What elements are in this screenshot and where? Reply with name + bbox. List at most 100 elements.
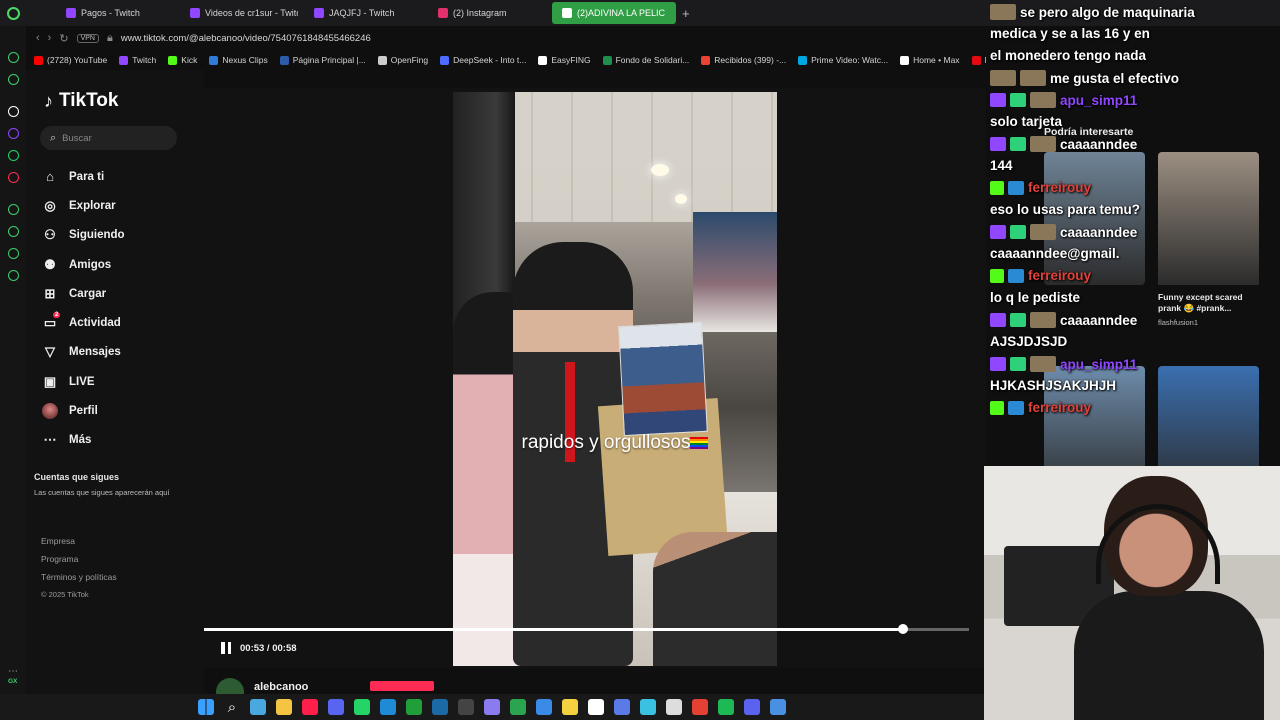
browser-tab[interactable]: (2)ADIVINA LA PELIC bbox=[552, 2, 676, 24]
chat-username[interactable]: ferreirouy bbox=[1028, 180, 1091, 195]
bookmark-item[interactable]: Home • Max bbox=[900, 55, 960, 65]
chat-message: HJKASHJSAKJHJH bbox=[990, 378, 1116, 393]
search-icon[interactable]: ⌕ bbox=[224, 699, 240, 716]
bookmark-favicon-icon bbox=[34, 55, 43, 65]
bookmark-item[interactable]: EasyFING bbox=[538, 55, 591, 65]
nav-item-amigos[interactable]: ⚉ Amigos bbox=[42, 250, 202, 279]
settings-icon[interactable] bbox=[8, 270, 19, 281]
nav-item-actividad[interactable]: ▭ 2 Actividad bbox=[42, 308, 202, 337]
chat-username[interactable]: caaaanndee bbox=[1060, 137, 1137, 152]
pen-icon[interactable] bbox=[666, 699, 682, 715]
epic-games-icon[interactable] bbox=[458, 699, 474, 715]
nav-item-siguiendo[interactable]: ⚇ Siguiendo bbox=[42, 221, 202, 250]
extra-app-icon[interactable] bbox=[770, 699, 786, 715]
url-field[interactable]: www.tiktok.com/@alebcanoo/video/75407618… bbox=[121, 33, 371, 44]
bookmark-item[interactable]: Kick bbox=[168, 55, 197, 65]
sidebar-icon[interactable] bbox=[8, 106, 19, 117]
footer-link-programa[interactable]: Programa bbox=[41, 550, 117, 568]
footer-links: Empresa Programa Términos y políticas © … bbox=[41, 532, 117, 604]
file-explorer-icon[interactable] bbox=[276, 699, 292, 715]
tiktok-nav: ⌂ Para ti ◎ Explorar ⚇ Siguiendo ⚉ Amigos ⊞ Carga… bbox=[42, 162, 202, 455]
chat-message: apu_simp11 bbox=[990, 356, 1137, 372]
capcut-icon[interactable] bbox=[588, 699, 604, 715]
reload-icon[interactable]: ↻ bbox=[59, 32, 68, 45]
browser-tab[interactable]: Videos de cr1sur - Twitch bbox=[180, 2, 298, 24]
chat-username[interactable]: ferreirouy bbox=[1028, 268, 1091, 283]
chat-username[interactable]: caaaanndee bbox=[1060, 225, 1137, 240]
nav-item-explorar[interactable]: ◎ Explorar bbox=[42, 191, 202, 220]
bookmark-item[interactable]: (2728) YouTube bbox=[34, 55, 107, 65]
twitch-sidebar-icon[interactable] bbox=[8, 128, 19, 139]
windows-start-icon[interactable] bbox=[198, 699, 214, 715]
video-caption-text: rapidos y orgullosos bbox=[521, 432, 691, 453]
more-icon[interactable]: ⋯ bbox=[8, 666, 18, 677]
bookmark-item[interactable]: Prime Video: Watc... bbox=[798, 55, 888, 65]
footer-link-empresa[interactable]: Empresa bbox=[41, 532, 117, 550]
bookmark-item[interactable]: Nexus Clips bbox=[209, 55, 268, 65]
tab-favicon-icon bbox=[66, 8, 76, 18]
forward-icon[interactable]: › bbox=[48, 32, 52, 44]
follow-button[interactable] bbox=[370, 681, 434, 691]
pause-button[interactable] bbox=[219, 642, 233, 656]
whatsapp-sidebar-icon[interactable] bbox=[8, 150, 19, 161]
tiktok-logo[interactable]: ♪ TikTok bbox=[44, 90, 118, 112]
video-player[interactable]: rapidos y orgullosos bbox=[453, 92, 777, 666]
discord-icon[interactable] bbox=[328, 699, 344, 715]
bookmark-item[interactable]: DeepSeek - Into t... bbox=[440, 55, 526, 65]
opera-gx-logo-icon[interactable] bbox=[0, 0, 26, 26]
history-icon[interactable] bbox=[8, 226, 19, 237]
spotify-icon[interactable] bbox=[718, 699, 734, 715]
bookmark-label: OpenFing bbox=[390, 55, 429, 65]
chat-username[interactable]: apu_simp11 bbox=[1060, 357, 1137, 372]
freeform-icon[interactable] bbox=[536, 699, 552, 715]
nav-item-perfil[interactable]: Perfil bbox=[42, 396, 202, 425]
xbox-icon[interactable] bbox=[406, 699, 422, 715]
chat-message: lo q le pediste bbox=[990, 290, 1080, 305]
bookmark-item[interactable]: Twitch bbox=[119, 55, 156, 65]
vpn-badge[interactable]: VPN bbox=[76, 33, 99, 43]
video-progress-handle[interactable] bbox=[898, 624, 909, 634]
search-box[interactable]: ⌕ bbox=[40, 126, 177, 150]
app-icon[interactable] bbox=[744, 699, 760, 715]
whatsapp-icon[interactable] bbox=[354, 699, 370, 715]
bookmark-item[interactable]: Netflix bbox=[971, 55, 986, 65]
steam-icon[interactable] bbox=[432, 699, 448, 715]
monitor-icon[interactable] bbox=[614, 699, 630, 715]
duck-icon[interactable] bbox=[562, 699, 578, 715]
footer-link-terms[interactable]: Términos y políticas bbox=[41, 568, 117, 586]
nav-item-cargar[interactable]: ⊞ Cargar bbox=[42, 279, 202, 308]
opera-gx-icon[interactable] bbox=[302, 699, 318, 715]
bookmark-item[interactable]: Recibidos (399) -... bbox=[701, 55, 786, 65]
back-icon[interactable]: ‹ bbox=[36, 32, 40, 44]
browser-tab[interactable]: JAQJFJ - Twitch bbox=[304, 2, 422, 24]
bookmark-item[interactable]: Página Principal |... bbox=[279, 55, 366, 65]
xbox-app-icon[interactable] bbox=[510, 699, 526, 715]
nav-item-live[interactable]: ▣ LIVE bbox=[42, 367, 202, 396]
sidebar-icon[interactable] bbox=[8, 52, 19, 63]
nav-item-para-ti[interactable]: ⌂ Para ti bbox=[42, 162, 202, 191]
sidebar-icon[interactable] bbox=[8, 74, 19, 85]
chat-username[interactable]: apu_simp11 bbox=[1060, 93, 1137, 108]
search-input[interactable] bbox=[62, 132, 163, 144]
nav-item-mensajes[interactable]: ▽ Mensajes bbox=[42, 338, 202, 367]
chrome-icon[interactable] bbox=[692, 699, 708, 715]
bookmark-item[interactable]: OpenFing bbox=[377, 55, 429, 65]
sidebar-icon[interactable] bbox=[8, 204, 19, 215]
new-tab-button[interactable]: + bbox=[676, 6, 696, 21]
video-progress-bar[interactable] bbox=[204, 624, 969, 634]
nav-item-m-s[interactable]: ⋯ Más bbox=[42, 426, 202, 455]
gamepad-icon[interactable] bbox=[484, 699, 500, 715]
youtube-sidebar-icon[interactable] bbox=[8, 172, 19, 183]
sidebar-icon[interactable] bbox=[8, 248, 19, 259]
pride-flag-icon bbox=[690, 436, 709, 449]
chat-username[interactable]: caaaanndee bbox=[1060, 313, 1137, 328]
chat-username[interactable]: ferreirouy bbox=[1028, 400, 1091, 415]
browser-tab[interactable]: Pagos - Twitch bbox=[56, 2, 174, 24]
phone-link-icon[interactable] bbox=[640, 699, 656, 715]
author-name[interactable]: alebcanoo bbox=[254, 681, 308, 693]
task-view-icon[interactable] bbox=[250, 699, 266, 715]
bookmark-item[interactable]: Fondo de Solidari... bbox=[602, 55, 689, 65]
friends-icon: ⚉ bbox=[44, 256, 56, 272]
browser-tab[interactable]: (2) Instagram bbox=[428, 2, 546, 24]
vscode-icon[interactable] bbox=[380, 699, 396, 715]
